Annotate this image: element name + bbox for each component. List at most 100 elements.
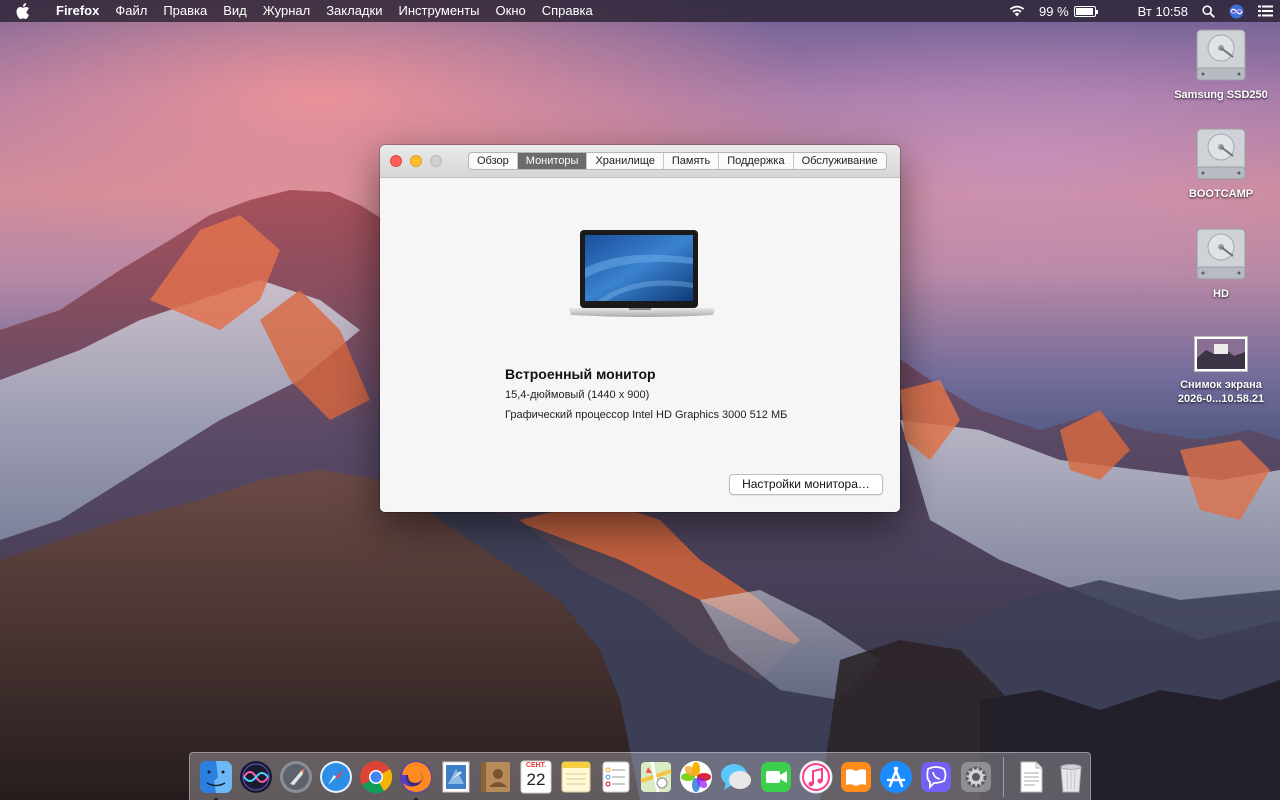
minimize-button[interactable] bbox=[410, 155, 422, 167]
desktop-drive-hd[interactable]: HD bbox=[1166, 225, 1276, 301]
calendar-day: 22 bbox=[526, 769, 546, 789]
screenshot-thumbnail-icon bbox=[1194, 336, 1248, 372]
dock-ibooks[interactable] bbox=[838, 759, 874, 795]
tab-storage[interactable]: Хранилище bbox=[586, 153, 662, 169]
spotlight-search-icon[interactable] bbox=[1202, 4, 1215, 18]
dock-app-store[interactable] bbox=[878, 759, 914, 795]
itunes-icon bbox=[799, 760, 833, 793]
menu-window[interactable]: Окно bbox=[488, 0, 534, 22]
window-titlebar[interactable]: Обзор Мониторы Хранилище Память Поддержк… bbox=[380, 145, 900, 178]
tab-memory[interactable]: Память bbox=[662, 153, 718, 169]
dock: СЕНТ. 22 bbox=[189, 752, 1091, 800]
dock-firefox[interactable] bbox=[398, 759, 434, 800]
reminders-icon bbox=[602, 761, 630, 792]
battery-fill bbox=[1075, 7, 1094, 15]
screenshot-label-line2: 2026-0...10.58.21 bbox=[1177, 393, 1265, 405]
dock-itunes[interactable] bbox=[798, 759, 834, 795]
gear-icon bbox=[961, 761, 991, 792]
safari-icon bbox=[320, 760, 352, 793]
dock-viber[interactable] bbox=[918, 759, 954, 795]
dock-separator bbox=[1003, 756, 1004, 797]
clock[interactable]: Вт 10:58 bbox=[1138, 4, 1188, 19]
dock-document[interactable] bbox=[1013, 759, 1049, 795]
firefox-icon bbox=[400, 760, 432, 793]
app-menu[interactable]: Firefox bbox=[48, 0, 107, 22]
mail-stamp-icon bbox=[442, 761, 470, 792]
menu-edit[interactable]: Правка bbox=[155, 0, 215, 22]
dock-calendar[interactable]: СЕНТ. 22 bbox=[518, 759, 554, 795]
document-icon bbox=[1020, 761, 1043, 792]
maps-icon bbox=[640, 761, 672, 792]
dock-launchpad[interactable] bbox=[278, 759, 314, 795]
photos-icon bbox=[680, 760, 712, 793]
dock-chrome[interactable] bbox=[358, 759, 394, 795]
segmented-tabs: Обзор Мониторы Хранилище Память Поддержк… bbox=[468, 152, 887, 170]
desktop-screenshot-file[interactable]: Снимок экрана 2026-0...10.58.21 bbox=[1166, 336, 1276, 406]
dock-reminders[interactable] bbox=[598, 759, 634, 795]
dock-photos[interactable] bbox=[678, 759, 714, 795]
wifi-icon[interactable] bbox=[1009, 5, 1025, 17]
siri-icon bbox=[240, 760, 272, 793]
notification-center-icon[interactable] bbox=[1258, 5, 1273, 17]
display-name: Встроенный монитор bbox=[505, 366, 656, 382]
input-source-ukrainian-flag-icon[interactable] bbox=[1110, 6, 1124, 16]
dock-mail[interactable] bbox=[438, 759, 474, 795]
viber-icon bbox=[921, 761, 951, 792]
calendar-month: СЕНТ. bbox=[525, 761, 547, 769]
dock-contacts[interactable] bbox=[478, 759, 514, 795]
messages-icon bbox=[721, 763, 751, 790]
battery-status[interactable]: 99 % bbox=[1039, 3, 1098, 19]
desktop-icon-label: Снимок экрана 2026-0...10.58.21 bbox=[1178, 378, 1264, 406]
dock-system-preferences[interactable] bbox=[958, 759, 994, 795]
dock-messages[interactable] bbox=[718, 759, 754, 795]
dock-trash[interactable] bbox=[1053, 759, 1089, 795]
facetime-icon bbox=[761, 761, 791, 792]
tab-service[interactable]: Обслуживание bbox=[792, 153, 886, 169]
menu-view[interactable]: Вид bbox=[215, 0, 255, 22]
menu-history[interactable]: Журнал bbox=[255, 0, 318, 22]
siri-icon[interactable] bbox=[1229, 4, 1244, 19]
dock-facetime[interactable] bbox=[758, 759, 794, 795]
screenshot-label-line1: Снимок экрана bbox=[1180, 379, 1262, 391]
hard-drive-icon bbox=[1196, 29, 1246, 81]
menu-bar: Firefox Файл Правка Вид Журнал Закладки … bbox=[0, 0, 1280, 22]
ibooks-icon bbox=[841, 761, 871, 792]
menu-help[interactable]: Справка bbox=[534, 0, 601, 22]
hard-drive-icon bbox=[1196, 228, 1246, 280]
finder-icon bbox=[200, 760, 232, 793]
menu-file[interactable]: Файл bbox=[107, 0, 155, 22]
desktop-drive-bootcamp[interactable]: BOOTCAMP bbox=[1166, 125, 1276, 201]
contacts-icon bbox=[481, 761, 510, 792]
battery-icon bbox=[1073, 5, 1098, 17]
tab-overview[interactable]: Обзор bbox=[469, 153, 517, 169]
apple-menu-icon[interactable] bbox=[16, 3, 34, 19]
launchpad-icon bbox=[280, 760, 312, 793]
notes-icon bbox=[561, 761, 591, 792]
window-controls bbox=[390, 155, 442, 167]
dock-maps[interactable] bbox=[638, 759, 674, 795]
menu-tools[interactable]: Инструменты bbox=[390, 0, 487, 22]
macbook-display-icon bbox=[569, 230, 715, 317]
hard-drive-icon bbox=[1196, 128, 1246, 180]
zoom-button[interactable] bbox=[430, 155, 442, 167]
battery-percent: 99 % bbox=[1039, 3, 1069, 19]
window-content: Встроенный монитор 15,4-дюймовый (1440 x… bbox=[380, 178, 900, 512]
about-this-mac-window: Обзор Мониторы Хранилище Память Поддержк… bbox=[380, 145, 900, 512]
menu-bookmarks[interactable]: Закладки bbox=[318, 0, 390, 22]
close-button[interactable] bbox=[390, 155, 402, 167]
display-size: 15,4-дюймовый (1440 x 900) bbox=[505, 389, 650, 401]
trash-icon bbox=[1060, 763, 1082, 792]
dock-safari[interactable] bbox=[318, 759, 354, 795]
dock-siri[interactable] bbox=[238, 759, 274, 795]
app-store-icon bbox=[880, 760, 912, 793]
dock-finder[interactable] bbox=[198, 759, 234, 800]
desktop-icon-label: BOOTCAMP bbox=[1188, 188, 1254, 200]
desktop-icon-label: HD bbox=[1213, 288, 1229, 300]
chrome-icon bbox=[360, 760, 393, 793]
dock-notes[interactable] bbox=[558, 759, 594, 795]
tab-support[interactable]: Поддержка bbox=[718, 153, 792, 169]
display-preferences-button[interactable]: Настройки монитора… bbox=[729, 474, 883, 495]
tab-displays[interactable]: Мониторы bbox=[516, 153, 587, 169]
desktop-icon-label: Samsung SSD250 bbox=[1174, 89, 1268, 101]
desktop-drive-samsung-ssd250[interactable]: Samsung SSD250 bbox=[1166, 26, 1276, 102]
